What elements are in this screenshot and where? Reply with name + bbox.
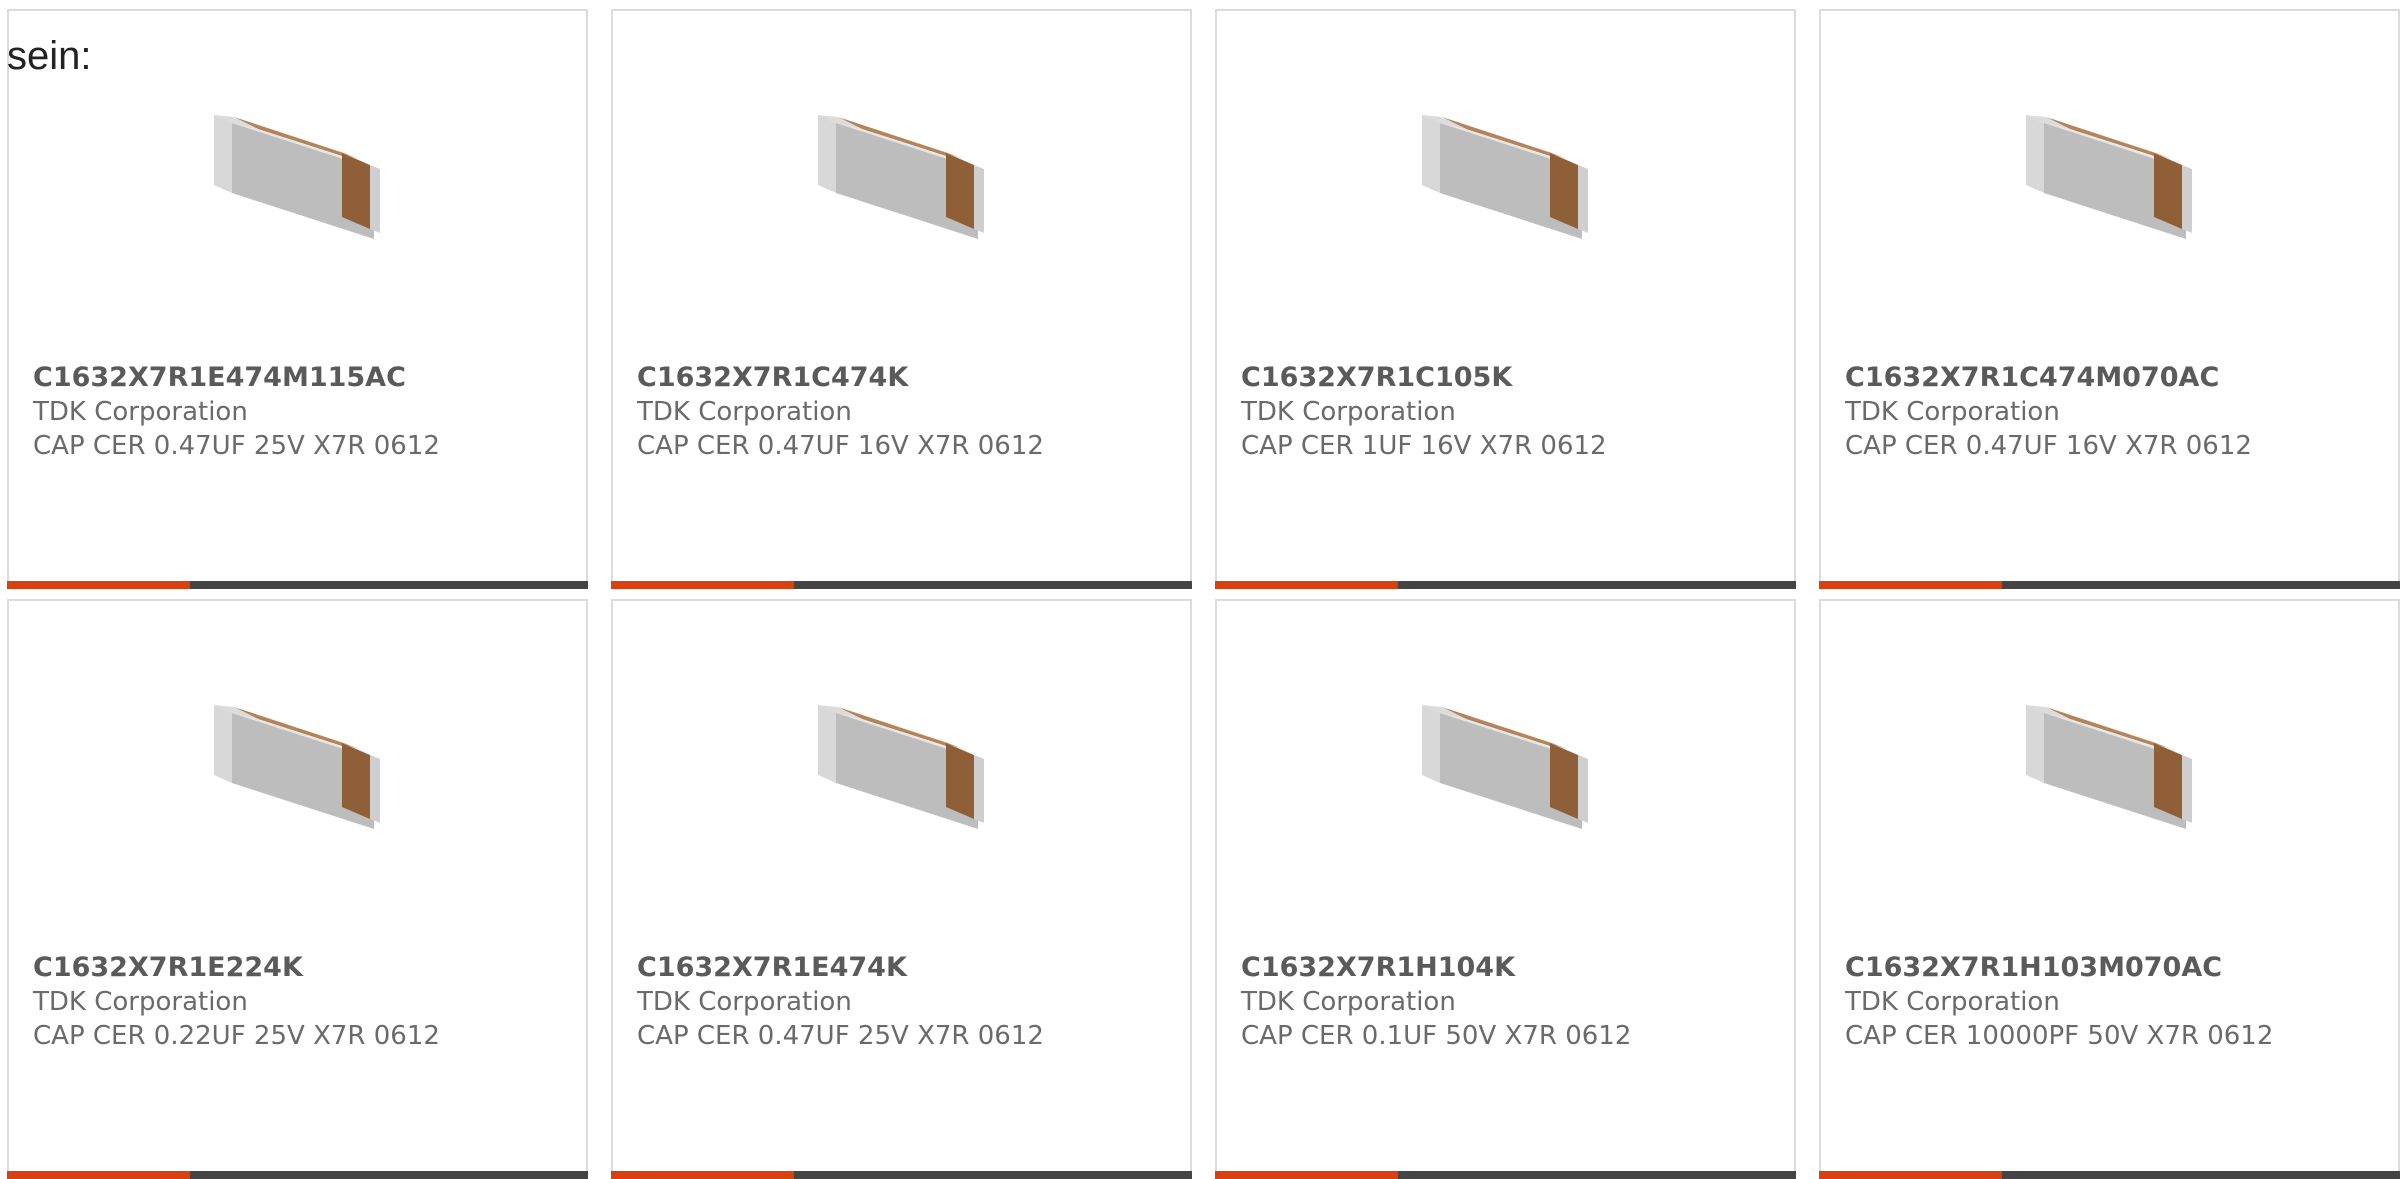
product-image[interactable] bbox=[798, 669, 998, 869]
product-card[interactable]: C1632X7R1E474K TDK Corporation CAP CER 0… bbox=[611, 599, 1192, 1179]
card-bottom-bar bbox=[611, 581, 1192, 589]
manufacturer: TDK Corporation bbox=[1845, 397, 2060, 427]
card-bottom-bar-accent bbox=[7, 581, 190, 589]
card-bottom-bar-accent bbox=[611, 1171, 794, 1179]
card-bottom-bar-accent bbox=[1215, 581, 1398, 589]
product-card[interactable]: C1632X7R1C474M070AC TDK Corporation CAP … bbox=[1819, 9, 2400, 589]
product-image[interactable] bbox=[2006, 669, 2206, 869]
description: CAP CER 0.47UF 16V X7R 0612 bbox=[1845, 431, 2252, 461]
manufacturer: TDK Corporation bbox=[637, 987, 852, 1017]
part-number[interactable]: C1632X7R1C105K bbox=[1241, 362, 1512, 393]
card-bottom-bar-accent bbox=[1215, 1171, 1398, 1179]
part-number[interactable]: C1632X7R1H103M070AC bbox=[1845, 952, 2222, 983]
product-image[interactable] bbox=[194, 669, 394, 869]
manufacturer: TDK Corporation bbox=[637, 397, 852, 427]
part-number[interactable]: C1632X7R1H104K bbox=[1241, 952, 1515, 983]
product-card[interactable]: C1632X7R1C105K TDK Corporation CAP CER 1… bbox=[1215, 9, 1796, 589]
ceramic-capacitor-icon bbox=[1422, 115, 1588, 239]
manufacturer: TDK Corporation bbox=[1241, 987, 1456, 1017]
description: CAP CER 1UF 16V X7R 0612 bbox=[1241, 431, 1607, 461]
card-bottom-bar bbox=[7, 581, 588, 589]
manufacturer: TDK Corporation bbox=[1241, 397, 1456, 427]
card-bottom-bar bbox=[1215, 581, 1796, 589]
ceramic-capacitor-icon bbox=[214, 705, 380, 829]
product-card[interactable]: C1632X7R1E474M115AC TDK Corporation CAP … bbox=[7, 9, 588, 589]
product-card[interactable]: C1632X7R1H104K TDK Corporation CAP CER 0… bbox=[1215, 599, 1796, 1179]
ceramic-capacitor-icon bbox=[818, 705, 984, 829]
product-image[interactable] bbox=[1402, 79, 1602, 279]
product-image[interactable] bbox=[798, 79, 998, 279]
ceramic-capacitor-icon bbox=[2026, 115, 2192, 239]
ceramic-capacitor-icon bbox=[2026, 705, 2192, 829]
manufacturer: TDK Corporation bbox=[33, 987, 248, 1017]
card-bottom-bar bbox=[611, 1171, 1192, 1179]
card-bottom-bar bbox=[1819, 581, 2400, 589]
product-image[interactable] bbox=[194, 79, 394, 279]
card-bottom-bar bbox=[1819, 1171, 2400, 1179]
ceramic-capacitor-icon bbox=[818, 115, 984, 239]
card-bottom-bar-accent bbox=[1819, 581, 2002, 589]
description: CAP CER 10000PF 50V X7R 0612 bbox=[1845, 1021, 2274, 1051]
product-image[interactable] bbox=[1402, 669, 1602, 869]
description: CAP CER 0.47UF 25V X7R 0612 bbox=[637, 1021, 1044, 1051]
product-card[interactable]: C1632X7R1C474K TDK Corporation CAP CER 0… bbox=[611, 9, 1192, 589]
manufacturer: TDK Corporation bbox=[1845, 987, 2060, 1017]
description: CAP CER 0.1UF 50V X7R 0612 bbox=[1241, 1021, 1632, 1051]
ceramic-capacitor-icon bbox=[1422, 705, 1588, 829]
product-card[interactable]: C1632X7R1H103M070AC TDK Corporation CAP … bbox=[1819, 599, 2400, 1179]
manufacturer: TDK Corporation bbox=[33, 397, 248, 427]
card-bottom-bar bbox=[1215, 1171, 1796, 1179]
part-number[interactable]: C1632X7R1E224K bbox=[33, 952, 303, 983]
product-image[interactable] bbox=[2006, 79, 2206, 279]
intro-text: sein: bbox=[7, 34, 92, 78]
part-number[interactable]: C1632X7R1C474M070AC bbox=[1845, 362, 2219, 393]
part-number[interactable]: C1632X7R1E474K bbox=[637, 952, 907, 983]
part-number[interactable]: C1632X7R1C474K bbox=[637, 362, 908, 393]
ceramic-capacitor-icon bbox=[214, 115, 380, 239]
description: CAP CER 0.47UF 25V X7R 0612 bbox=[33, 431, 440, 461]
description: CAP CER 0.47UF 16V X7R 0612 bbox=[637, 431, 1044, 461]
card-bottom-bar-accent bbox=[611, 581, 794, 589]
card-bottom-bar-accent bbox=[7, 1171, 190, 1179]
card-bottom-bar bbox=[7, 1171, 588, 1179]
part-number[interactable]: C1632X7R1E474M115AC bbox=[33, 362, 406, 393]
description: CAP CER 0.22UF 25V X7R 0612 bbox=[33, 1021, 440, 1051]
card-bottom-bar-accent bbox=[1819, 1171, 2002, 1179]
product-card[interactable]: C1632X7R1E224K TDK Corporation CAP CER 0… bbox=[7, 599, 588, 1179]
